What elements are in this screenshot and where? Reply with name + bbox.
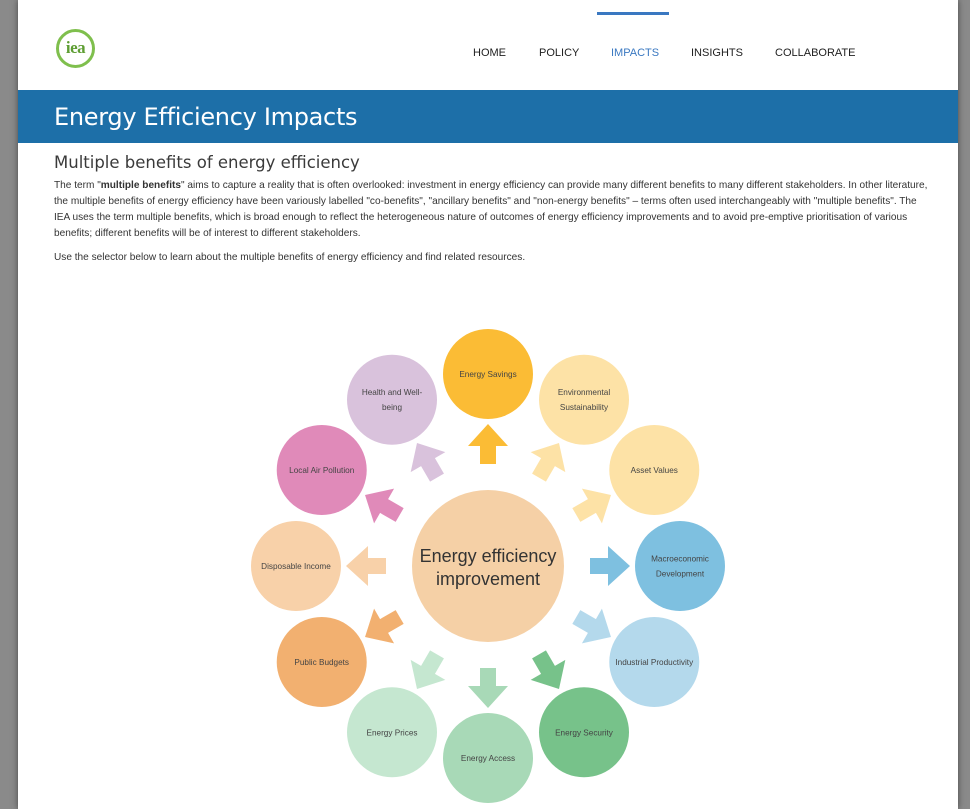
benefit-public-budgets[interactable]: Public Budgets — [276, 617, 367, 707]
benefit-label: Energy Security — [555, 728, 614, 737]
benefit-energy-security[interactable]: Energy Security — [539, 687, 629, 778]
nav-home[interactable]: HOME — [473, 47, 506, 59]
benefit-industrial-productivity[interactable]: Industrial Productivity — [609, 617, 700, 707]
benefit-label: being — [382, 403, 402, 412]
benefit-label: Energy Prices — [367, 728, 418, 737]
section-heading: Multiple benefits of energy efficiency — [54, 153, 360, 172]
benefit-label: Disposable Income — [261, 562, 331, 571]
benefit-label: Environmental — [558, 388, 611, 397]
center-label-line1: Energy efficiency — [420, 546, 557, 566]
benefit-label: Development — [656, 570, 705, 579]
arrow-energy-access — [468, 668, 508, 708]
benefit-health-and-well-being[interactable]: Health and Well-being — [347, 354, 437, 445]
benefit-environmental-sustainability[interactable]: Environmental Sustainability — [539, 354, 629, 445]
multiple-benefits-diagram: Energy efficiency improvement Energy Savin… — [251, 329, 725, 803]
content: Multiple benefits of energy efficiency T… — [54, 153, 934, 266]
benefit-label: Sustainability — [560, 403, 609, 412]
benefit-disposable-income[interactable]: Disposable Income — [251, 521, 341, 611]
selector-instructions: Use the selector below to learn about th… — [54, 252, 526, 263]
benefit-local-air-pollution[interactable]: Local Air Pollution — [276, 425, 367, 515]
arrow-macroeconomic-development — [590, 546, 630, 586]
logo-text: iea — [65, 37, 86, 57]
benefit-label: Macroeconomic — [651, 555, 709, 564]
iea-logo[interactable]: iea — [56, 29, 95, 68]
page-banner: Energy Efficiency Impacts — [18, 90, 958, 143]
intro-text-rest: " aims to capture a reality that is ofte… — [54, 180, 928, 239]
nav-collaborate[interactable]: COLLABORATE — [775, 47, 856, 59]
arrow-energy-savings — [468, 424, 508, 464]
benefit-macroeconomic-development[interactable]: Macroeconomic Development — [635, 521, 725, 611]
benefit-energy-access[interactable]: Energy Access — [443, 713, 533, 803]
center-circle: Energy efficiency improvement — [412, 490, 564, 642]
benefit-label: Energy Access — [461, 754, 515, 763]
nav-insights[interactable]: INSIGHTS — [691, 47, 743, 59]
intro-text-start: The term " — [54, 180, 101, 191]
benefit-label: Health and Well- — [362, 388, 423, 397]
benefit-label: Asset Values — [631, 466, 678, 475]
benefit-asset-values[interactable]: Asset Values — [609, 425, 700, 515]
intro-bold-term: multiple benefits — [100, 180, 181, 191]
center-label-line2: improvement — [436, 569, 540, 589]
nav-active-indicator — [597, 12, 669, 15]
intro-paragraph: The term "multiple benefits" aims to cap… — [54, 178, 934, 242]
benefit-energy-savings[interactable]: Energy Savings — [443, 329, 533, 419]
nav-impacts[interactable]: IMPACTS — [611, 47, 659, 59]
benefit-label: Public Budgets — [294, 658, 349, 667]
page-title: Energy Efficiency Impacts — [54, 103, 358, 131]
nav-policy[interactable]: POLICY — [539, 47, 579, 59]
benefit-energy-prices[interactable]: Energy Prices — [347, 687, 437, 778]
benefit-label: Industrial Productivity — [615, 658, 694, 667]
arrow-disposable-income — [346, 546, 386, 586]
benefit-label: Local Air Pollution — [289, 466, 355, 475]
benefit-label: Energy Savings — [459, 370, 516, 379]
page: iea HOME POLICY IMPACTS INSIGHTS COLLABO… — [18, 0, 958, 809]
